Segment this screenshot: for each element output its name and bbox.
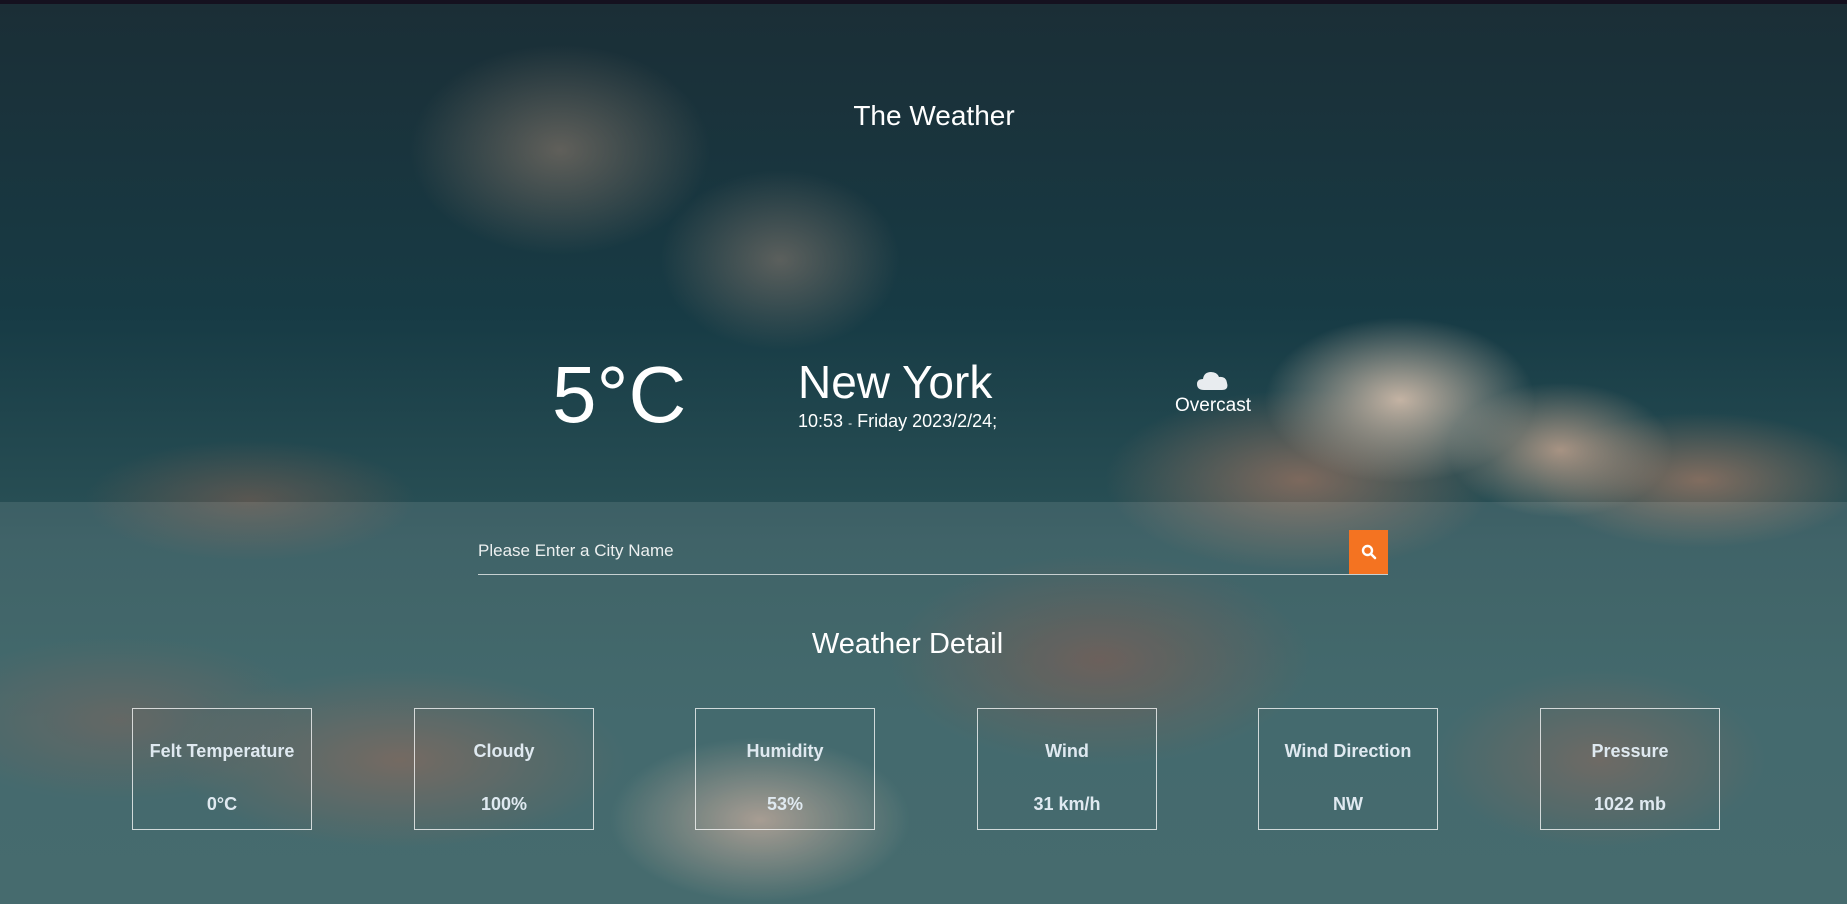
condition-label: Overcast xyxy=(1174,395,1252,416)
app-title: The Weather xyxy=(853,100,1015,131)
current-date: Friday 2023/2/24; xyxy=(857,411,998,431)
cloud-icon xyxy=(1197,372,1228,390)
city-search xyxy=(478,530,1388,575)
search-icon xyxy=(1361,544,1376,560)
card-label: Humidity xyxy=(746,741,824,761)
wind-card: Wind 31 km/h xyxy=(977,708,1157,830)
cloudy-card: Cloudy 100% xyxy=(414,708,594,830)
weather-condition: Overcast xyxy=(1150,368,1276,418)
card-label: Felt Temperature xyxy=(149,741,295,761)
card-value: 0°C xyxy=(206,794,238,814)
wind-direction-card: Wind Direction NW xyxy=(1258,708,1438,830)
city-name: New York xyxy=(798,356,993,408)
card-value: 53% xyxy=(766,794,804,814)
city-search-input[interactable] xyxy=(478,530,1338,572)
card-label: Wind Direction xyxy=(1284,741,1412,761)
card-value: 100% xyxy=(480,794,528,814)
weather-detail-title: Weather Detail xyxy=(811,628,1004,660)
time-date-separator: - xyxy=(848,416,853,430)
search-button[interactable] xyxy=(1349,530,1388,574)
current-temperature: 5°C xyxy=(552,350,687,439)
city-block: New York 10:53 - Friday 2023/2/24; xyxy=(798,356,997,434)
card-value: NW xyxy=(1333,794,1363,814)
card-value: 1022 mb xyxy=(1593,794,1667,814)
top-edge-bar xyxy=(0,0,1847,4)
felt-temperature-card: Felt Temperature 0°C xyxy=(132,708,312,830)
date-time: 10:53 - Friday 2023/2/24; xyxy=(798,410,997,434)
card-value: 31 km/h xyxy=(1033,794,1101,814)
card-label: Cloudy xyxy=(473,741,535,761)
current-time: 10:53 xyxy=(798,411,844,431)
humidity-card: Humidity 53% xyxy=(695,708,875,830)
pressure-card: Pressure 1022 mb xyxy=(1540,708,1720,830)
card-label: Pressure xyxy=(1591,741,1669,761)
weather-detail-cards: Felt Temperature 0°C Cloudy 100% Humidit… xyxy=(132,708,1720,830)
card-label: Wind xyxy=(1045,741,1089,761)
